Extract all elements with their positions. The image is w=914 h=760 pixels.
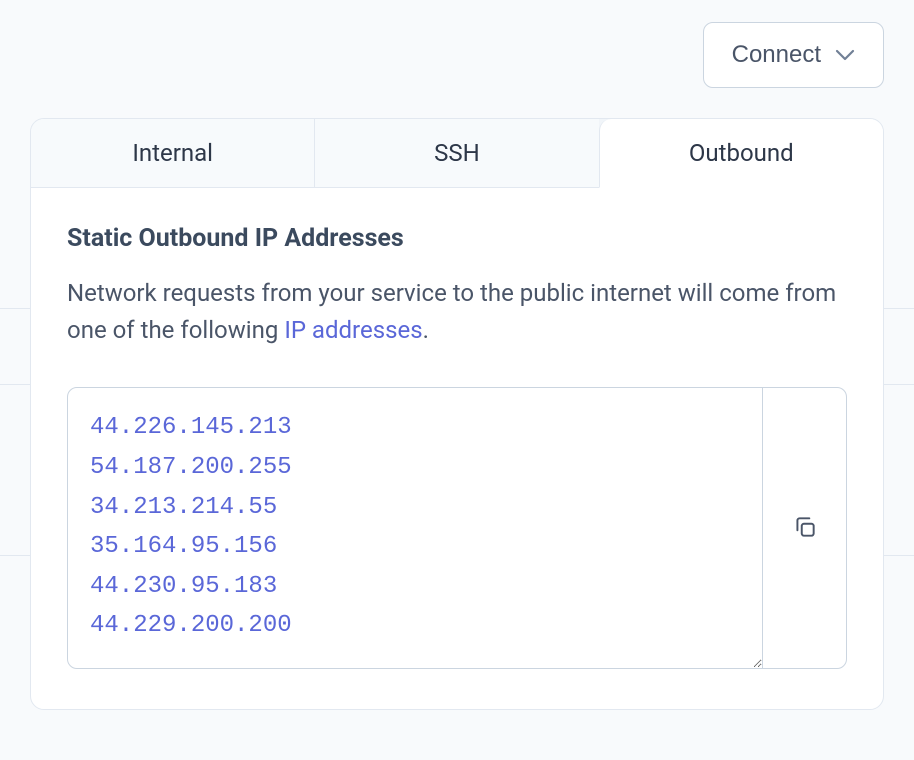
tab-label: SSH [434,139,480,167]
copy-column [762,388,846,668]
copy-button[interactable] [782,504,828,553]
tab-label: Internal [132,139,213,167]
connect-button[interactable]: Connect [703,22,884,88]
connect-button-label: Connect [732,41,821,69]
section-description: Network requests from your service to th… [67,275,847,349]
tab-content-outbound: Static Outbound IP Addresses Network req… [31,188,883,709]
ip-address-list[interactable]: 44.226.145.213 54.187.200.255 34.213.214… [68,388,762,668]
tab-label: Outbound [689,139,794,167]
desc-suffix: . [423,316,429,344]
tab-ssh[interactable]: SSH [314,119,598,188]
tab-internal[interactable]: Internal [31,119,314,188]
chevron-down-icon [835,49,855,61]
copy-icon [792,514,818,543]
ip-addresses-link[interactable]: IP addresses [284,316,422,344]
tabs-bar: Internal SSH Outbound [31,119,883,188]
ip-address-box: 44.226.145.213 54.187.200.255 34.213.214… [67,387,847,669]
section-title: Static Outbound IP Addresses [67,224,847,253]
tab-outbound[interactable]: Outbound [599,119,883,188]
desc-prefix: Network requests from your service to th… [67,279,836,344]
connection-card: Internal SSH Outbound Static Outbound IP… [30,118,884,710]
